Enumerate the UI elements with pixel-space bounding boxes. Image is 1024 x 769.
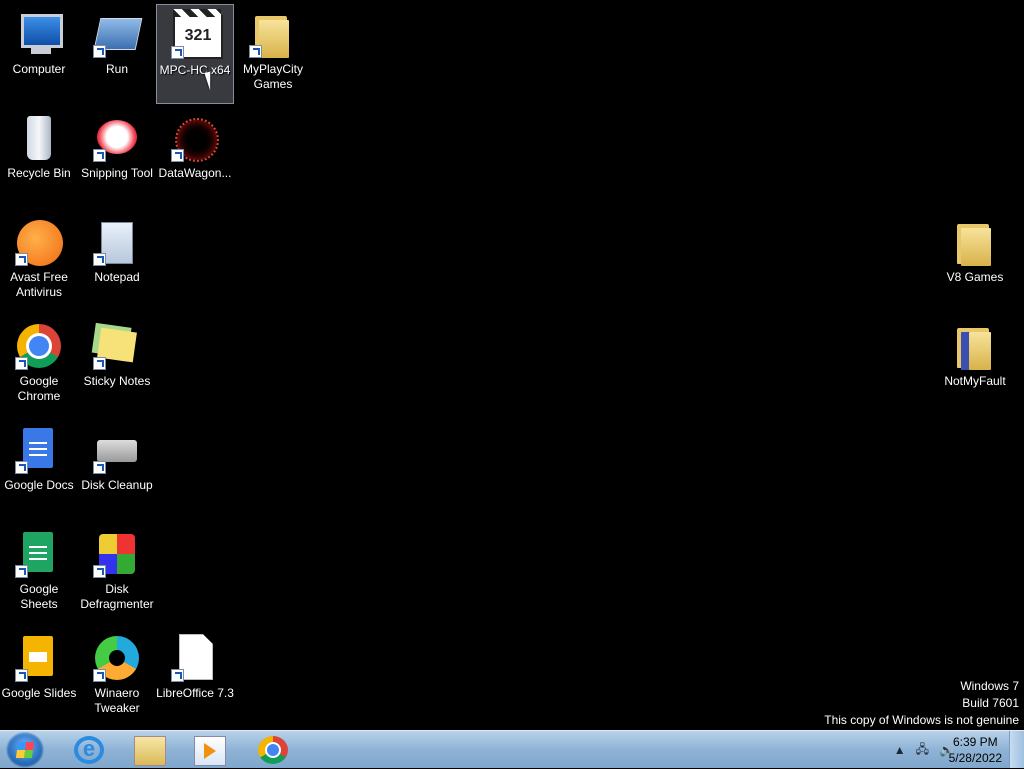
icon-label: Google Slides: [1, 686, 77, 700]
shortcut-arrow-icon: [171, 46, 184, 59]
desktop-icon-disk-defragmenter[interactable]: Disk Defragmenter: [78, 524, 156, 624]
folder-icon: [951, 218, 999, 266]
shortcut-arrow-icon: [171, 669, 184, 682]
shortcut-arrow-icon: [93, 149, 106, 162]
desktop-icon-notepad[interactable]: Notepad: [78, 212, 156, 312]
shortcut-arrow-icon: [93, 461, 106, 474]
desktop-icon-disk-cleanup[interactable]: Disk Cleanup: [78, 420, 156, 520]
notepad-icon: [93, 218, 141, 266]
folder-icon: [951, 322, 999, 370]
watermark-genuine-notice: This copy of Windows is not genuine: [824, 713, 1019, 727]
desktop-icon-datawagon[interactable]: DataWagon...: [156, 108, 234, 208]
desktop-icon-notmyfault[interactable]: NotMyFault: [936, 316, 1014, 416]
desktop[interactable]: Computer Recycle Bin Avast Free Antiviru…: [0, 0, 1024, 730]
icon-label: DataWagon...: [158, 166, 232, 180]
network-icon[interactable]: 🖧: [916, 740, 929, 761]
desktop-icon-libreoffice[interactable]: LibreOffice 7.3: [156, 628, 234, 728]
computer-icon: [15, 10, 63, 58]
icon-label: Computer: [12, 62, 66, 76]
media-player-icon: [194, 736, 226, 766]
datawagon-icon: [171, 114, 219, 162]
taskbar: e ▲ 🖧 🔊 6:39 PM 5/28/2022: [0, 730, 1024, 768]
shortcut-arrow-icon: [15, 253, 28, 266]
folder-icon: [249, 10, 297, 58]
chrome-icon: [15, 322, 63, 370]
desktop-icon-sticky-notes[interactable]: Sticky Notes: [78, 316, 156, 416]
clock-date: 5/28/2022: [948, 751, 1002, 765]
shortcut-arrow-icon: [15, 565, 28, 578]
show-hidden-icons-icon[interactable]: ▲: [894, 743, 906, 757]
desktop-icon-recycle-bin[interactable]: Recycle Bin: [0, 108, 78, 208]
libreoffice-icon: [171, 634, 219, 682]
icon-label: Notepad: [94, 270, 140, 284]
shortcut-arrow-icon: [93, 669, 106, 682]
icon-label: Sticky Notes: [83, 374, 151, 388]
desktop-icon-computer[interactable]: Computer: [0, 4, 78, 104]
google-slides-icon: [15, 634, 63, 682]
shortcut-arrow-icon: [15, 461, 28, 474]
run-icon: [93, 10, 143, 58]
taskbar-internet-explorer[interactable]: e: [62, 733, 118, 767]
watermark-os: Windows 7: [960, 679, 1019, 693]
system-tray: ▲ 🖧 🔊: [894, 731, 954, 769]
internet-explorer-icon: e: [74, 736, 104, 764]
desktop-icon-snipping-tool[interactable]: Snipping Tool: [78, 108, 156, 208]
icon-label: NotMyFault: [944, 374, 1006, 388]
winaero-tweaker-icon: [93, 634, 141, 682]
icon-label: Google Docs: [4, 478, 74, 492]
shortcut-arrow-icon: [15, 669, 28, 682]
shortcut-arrow-icon: [171, 149, 184, 162]
desktop-icon-google-chrome[interactable]: Google Chrome: [0, 316, 78, 416]
icon-label: Snipping Tool: [81, 166, 153, 180]
clock[interactable]: 6:39 PM 5/28/2022: [949, 734, 1002, 766]
recycle-bin-icon: [15, 114, 63, 162]
show-desktop-button[interactable]: [1009, 731, 1024, 768]
shortcut-arrow-icon: [15, 357, 28, 370]
google-sheets-icon: [15, 530, 63, 578]
desktop-icon-run[interactable]: Run: [78, 4, 156, 104]
chrome-icon: [258, 736, 288, 764]
shortcut-arrow-icon: [249, 45, 262, 58]
icon-label: Google Sheets: [19, 582, 59, 611]
watermark-build: Build 7601: [962, 696, 1019, 710]
taskbar-google-chrome[interactable]: [246, 733, 302, 767]
clock-time: 6:39 PM: [952, 735, 998, 749]
shortcut-arrow-icon: [93, 45, 106, 58]
start-button[interactable]: [6, 732, 44, 768]
mpc-hc-icon: 321: [171, 9, 223, 59]
desktop-icon-winaero-tweaker[interactable]: Winaero Tweaker: [78, 628, 156, 728]
icon-label: MyPlayCity Games: [242, 62, 303, 91]
icon-label: Disk Defragmenter: [80, 582, 154, 611]
icon-label: LibreOffice 7.3: [156, 686, 234, 700]
icon-label: Recycle Bin: [7, 166, 71, 180]
desktop-icon-google-docs[interactable]: Google Docs: [0, 420, 78, 520]
taskbar-windows-explorer[interactable]: [122, 733, 178, 767]
desktop-icon-v8-games[interactable]: V8 Games: [936, 212, 1014, 312]
icon-label: V8 Games: [946, 270, 1004, 284]
icon-label: Run: [105, 62, 128, 76]
folder-icon: [134, 736, 166, 766]
desktop-icon-mpc-hc[interactable]: 321 MPC-HC x64: [156, 4, 234, 104]
disk-defragmenter-icon: [93, 530, 141, 578]
taskbar-media-player[interactable]: [182, 733, 238, 767]
desktop-icon-google-sheets[interactable]: Google Sheets: [0, 524, 78, 624]
sticky-notes-icon: [93, 322, 141, 370]
icon-label: Winaero Tweaker: [94, 686, 140, 715]
google-docs-icon: [15, 426, 63, 474]
avast-icon: [15, 218, 63, 266]
icon-label: Google Chrome: [17, 374, 61, 403]
disk-cleanup-icon: [93, 426, 141, 474]
shortcut-arrow-icon: [93, 565, 106, 578]
snipping-tool-icon: [93, 114, 141, 162]
desktop-icon-myplaycity-games[interactable]: MyPlayCity Games: [234, 4, 312, 104]
icon-label: Avast Free Antivirus: [10, 270, 68, 299]
icon-label: MPC-HC x64: [159, 63, 231, 77]
icon-label: Disk Cleanup: [81, 478, 153, 492]
windows-watermark: Windows 7 Build 7601 This copy of Window…: [824, 678, 1019, 729]
shortcut-arrow-icon: [93, 253, 106, 266]
desktop-icon-avast[interactable]: Avast Free Antivirus: [0, 212, 78, 312]
desktop-icon-google-slides[interactable]: Google Slides: [0, 628, 78, 728]
shortcut-arrow-icon: [93, 357, 106, 370]
